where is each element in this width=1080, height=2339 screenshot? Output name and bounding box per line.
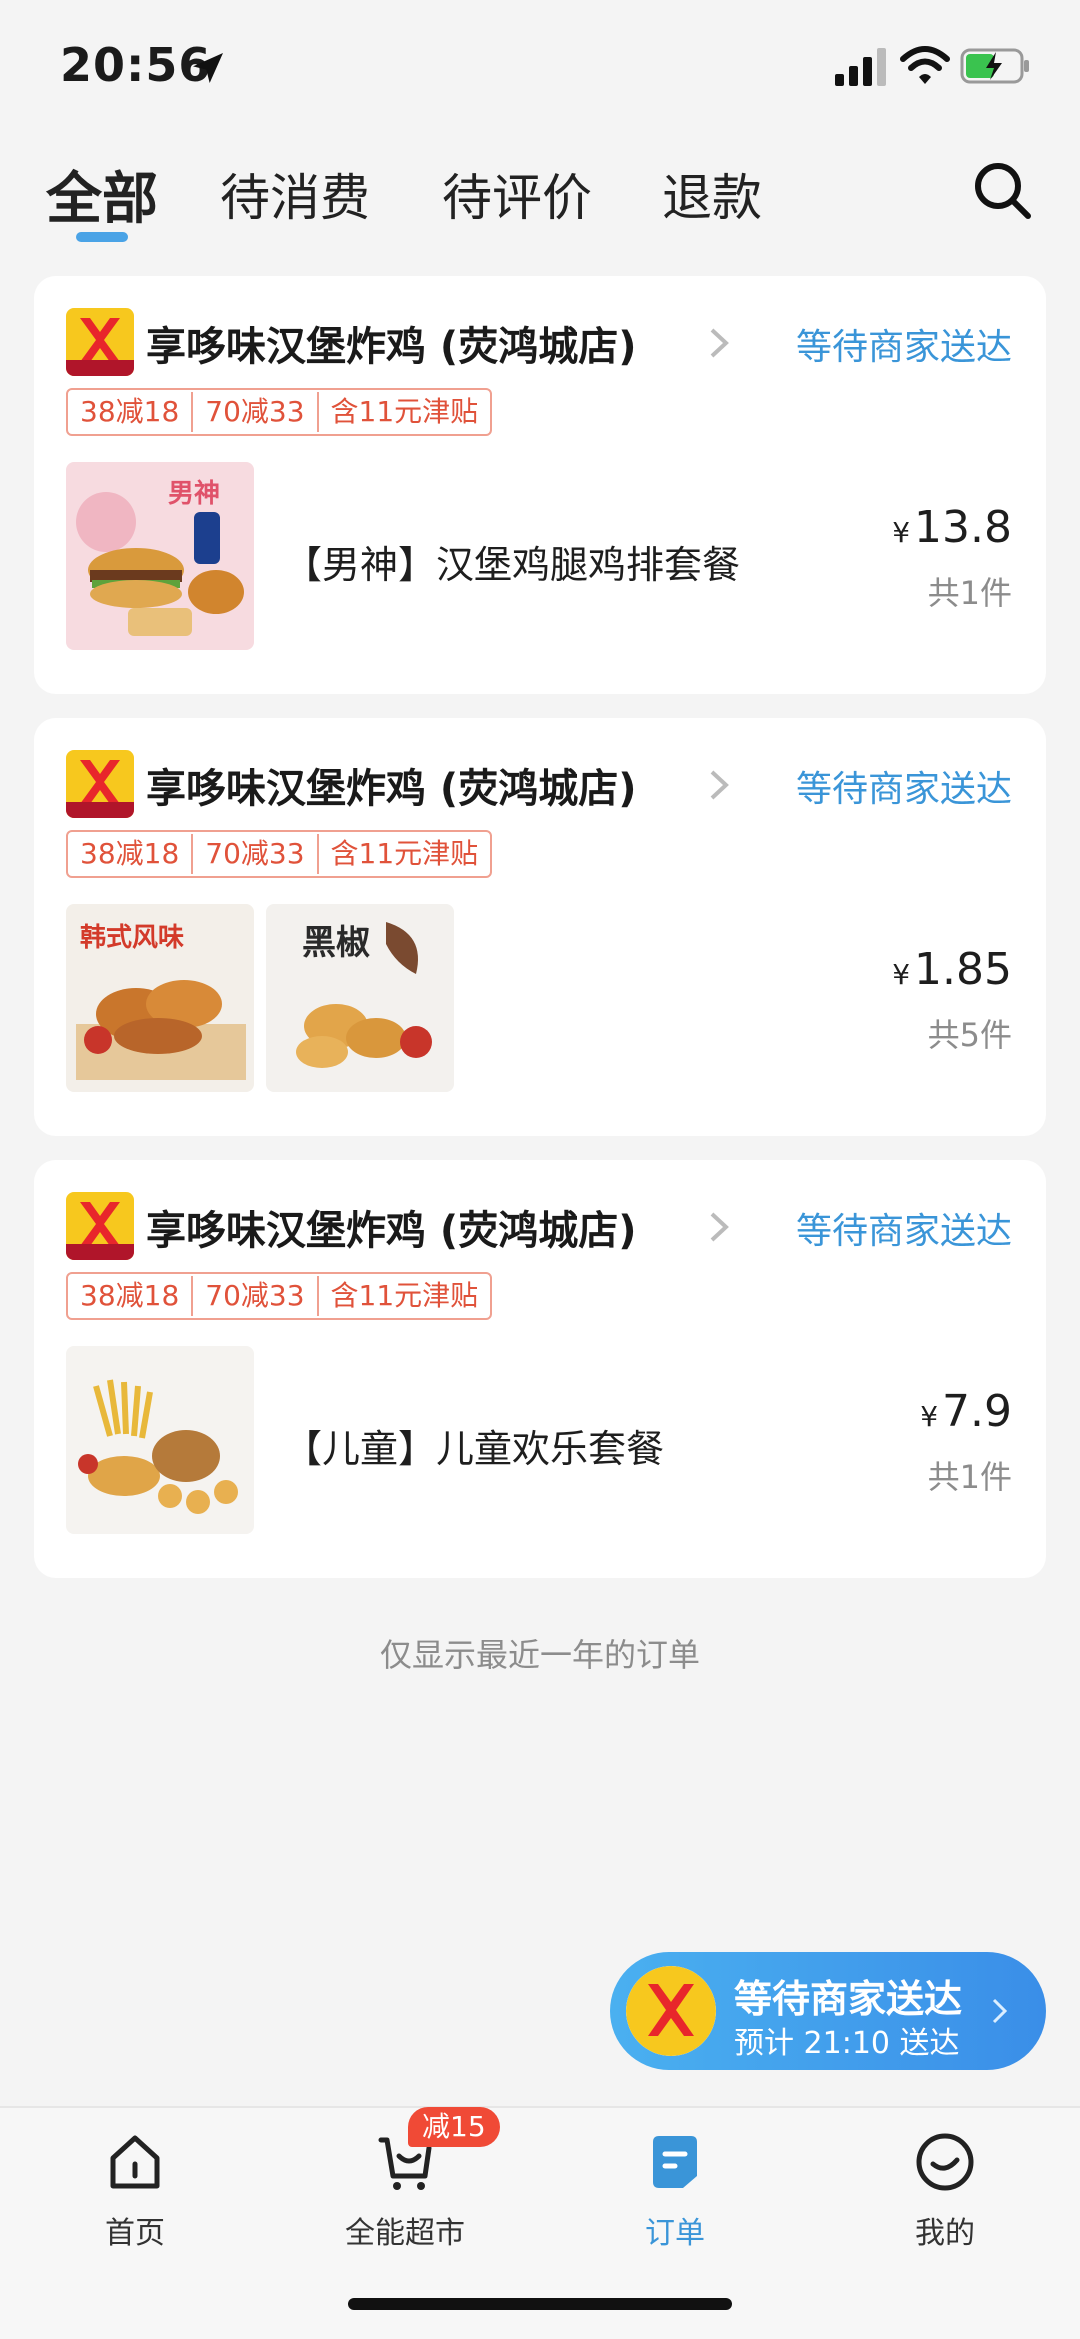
order-price: ¥7.9: [920, 1386, 1012, 1437]
order-tabs: 全部 待消费 待评价 退款: [0, 150, 1080, 260]
delivery-status-float[interactable]: 等待商家送达 预计 21:10 送达: [610, 1952, 1046, 2070]
order-status: 等待商家送达: [795, 327, 1012, 368]
promo-tag: 38减18: [80, 1279, 180, 1312]
product-image[interactable]: 黑椒: [266, 904, 454, 1092]
active-tab-indicator: [76, 232, 128, 242]
chevron-right-icon: [710, 328, 729, 358]
tab-pending-review[interactable]: 待评价: [442, 158, 592, 230]
order-price: ¥1.85: [892, 944, 1012, 995]
order-card[interactable]: 享哆味汉堡炸鸡 (荧鸿城店) 等待商家送达 38减18 70减33 含11元津贴…: [34, 1160, 1046, 1578]
chevron-right-icon: [710, 1212, 729, 1242]
promo-tag: 38减18: [80, 837, 180, 870]
shop-name[interactable]: 享哆味汉堡炸鸡 (荧鸿城店): [146, 1198, 637, 1256]
floating-status-title: 等待商家送达: [734, 1977, 963, 2021]
discount-badge: 减15: [408, 2107, 500, 2147]
promo-tag: 70减33: [191, 392, 316, 432]
nav-label: 首页: [105, 2216, 165, 2251]
order-card[interactable]: 享哆味汉堡炸鸡 (荧鸿城店) 等待商家送达 38减18 70减33 含11元津贴…: [34, 276, 1046, 694]
nav-profile[interactable]: 我的: [845, 2130, 1045, 2252]
price-value: 13.8: [914, 502, 1012, 553]
home-indicator: [348, 2298, 732, 2310]
promo-tag: 含11元津贴: [316, 1276, 491, 1316]
order-icon: [653, 2136, 697, 2188]
currency-symbol: ¥: [920, 1400, 939, 1433]
item-count: 共1件: [927, 574, 1012, 612]
chevron-right-icon: [992, 1998, 1008, 2024]
item-count: 共5件: [927, 1016, 1012, 1054]
product-image[interactable]: 韩式风味: [66, 904, 254, 1092]
nav-label: 订单: [645, 2216, 705, 2251]
profile-icon: [916, 2133, 974, 2191]
chevron-right-icon: [710, 770, 729, 800]
nav-supermarket[interactable]: 全能超市: [305, 2130, 505, 2252]
promo-tag: 含11元津贴: [316, 834, 491, 874]
tab-pending-use[interactable]: 待消费: [220, 158, 370, 230]
order-card[interactable]: 享哆味汉堡炸鸡 (荧鸿城店) 等待商家送达 38减18 70减33 含11元津贴…: [34, 718, 1046, 1136]
promo-tag: 含11元津贴: [316, 392, 491, 432]
order-status: 等待商家送达: [795, 1211, 1012, 1252]
currency-symbol: ¥: [892, 516, 911, 549]
shop-logo-icon: [66, 1192, 134, 1260]
search-icon[interactable]: [970, 158, 1034, 222]
item-count: 共1件: [927, 1458, 1012, 1496]
price-value: 1.85: [914, 944, 1012, 995]
tab-refund[interactable]: 退款: [662, 158, 762, 230]
promo-tags: 38减18 70减33 含11元津贴: [66, 388, 493, 436]
shop-logo-icon: [66, 308, 134, 376]
nav-label: 我的: [915, 2216, 975, 2251]
floating-eta: 预计 21:10 送达: [734, 2026, 960, 2061]
promo-tag: 70减33: [191, 1276, 316, 1316]
currency-symbol: ¥: [892, 958, 911, 991]
shop-logo-icon: [66, 750, 134, 818]
status-bar: 20:56: [0, 0, 1080, 130]
svg-text:黑椒: 黑椒: [302, 923, 370, 963]
product-image[interactable]: [66, 1346, 254, 1534]
order-status: 等待商家送达: [795, 769, 1012, 810]
svg-text:男神: 男神: [168, 479, 220, 509]
shop-logo-icon: [626, 1966, 716, 2056]
promo-tags: 38减18 70减33 含11元津贴: [66, 1272, 493, 1320]
price-value: 7.9: [942, 1386, 1012, 1437]
cellular-signal-icon: [835, 48, 886, 86]
shop-name[interactable]: 享哆味汉堡炸鸡 (荧鸿城店): [146, 314, 637, 372]
tab-all[interactable]: 全部: [46, 154, 158, 235]
nav-home[interactable]: 首页: [35, 2130, 235, 2252]
shop-name[interactable]: 享哆味汉堡炸鸡 (荧鸿城店): [146, 756, 637, 814]
battery-charging-icon: [960, 48, 1029, 84]
history-footnote: 仅显示最近一年的订单: [379, 1636, 700, 1674]
home-icon: [110, 2135, 160, 2189]
nav-label: 全能超市: [345, 2216, 465, 2251]
order-price: ¥13.8: [892, 502, 1012, 553]
nav-orders[interactable]: 订单: [575, 2130, 775, 2252]
promo-tag: 38减18: [80, 395, 180, 428]
promo-tags: 38减18 70减33 含11元津贴: [66, 830, 493, 878]
promo-tag: 70减33: [191, 834, 316, 874]
location-arrow-icon: [193, 53, 223, 83]
product-image[interactable]: 男神: [66, 462, 254, 650]
wifi-icon: [900, 46, 950, 84]
svg-text:韩式风味: 韩式风味: [80, 923, 184, 953]
item-name: 【儿童】儿童欢乐套餐: [284, 1427, 665, 1471]
item-name: 【男神】汉堡鸡腿鸡排套餐: [284, 543, 741, 587]
